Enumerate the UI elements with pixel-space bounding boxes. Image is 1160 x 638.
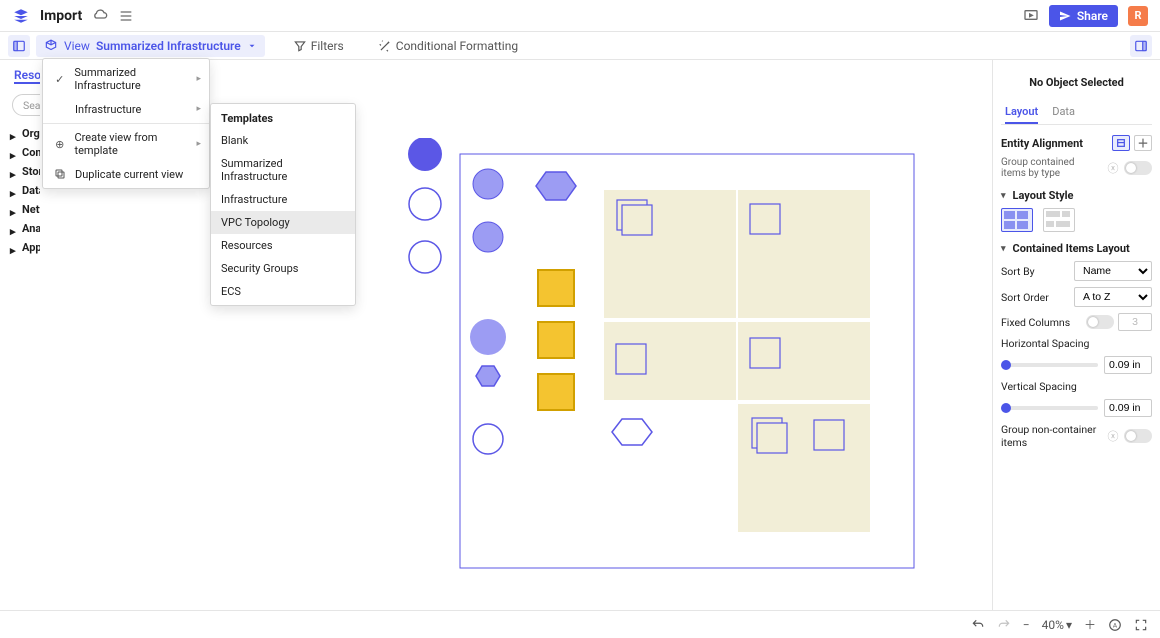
view-current-name: Summarized Infrastructure <box>96 39 241 53</box>
fixed-columns-input[interactable] <box>1118 313 1152 331</box>
redo-button[interactable] <box>997 618 1011 632</box>
templates-header: Templates <box>211 106 355 129</box>
entity-alignment-header: Entity Alignment ＋ <box>1001 135 1152 151</box>
group-contained-toggle[interactable] <box>1124 161 1152 175</box>
right-panel: No Object Selected Layout Data Entity Al… <box>992 60 1160 610</box>
check-icon: ✓ <box>53 72 66 86</box>
caret-right-icon: ▸ <box>10 149 18 157</box>
group-contained-label: Group contained items by type <box>1001 157 1100 179</box>
fullscreen-button[interactable] <box>1134 618 1148 632</box>
template-item[interactable]: Security Groups <box>211 257 355 280</box>
page-title: Import <box>40 8 82 24</box>
chevron-right-icon: ▸ <box>196 104 201 114</box>
right-panel-toggle[interactable] <box>1130 35 1152 57</box>
fixed-columns-toggle[interactable] <box>1086 315 1114 329</box>
view-menu-item[interactable]: Infrastructure ▸ <box>43 97 209 121</box>
zoom-level[interactable]: 40% ▾ <box>1042 618 1072 632</box>
align-card-icon[interactable] <box>1112 135 1130 151</box>
plus-circle-icon: ⊕ <box>53 137 67 151</box>
layout-style-freeform[interactable] <box>1043 208 1075 232</box>
conditional-formatting-button[interactable]: Conditional Formatting <box>372 35 524 57</box>
caret-right-icon: ▸ <box>10 187 18 195</box>
group-noncontainer-toggle[interactable] <box>1124 429 1152 443</box>
tab-data[interactable]: Data <box>1052 105 1075 124</box>
toolbar: View Summarized Infrastructure Filters C… <box>0 32 1160 60</box>
template-item-vpc-topology[interactable]: VPC Topology <box>211 211 355 234</box>
chevron-right-icon: ▸ <box>196 74 201 84</box>
contained-layout-header[interactable]: Contained Items Layout <box>1001 242 1152 255</box>
undo-button[interactable] <box>971 618 985 632</box>
caret-right-icon: ▸ <box>10 130 18 138</box>
wand-icon <box>378 39 392 53</box>
cloud-icon[interactable] <box>92 8 108 24</box>
template-item[interactable]: Resources <box>211 234 355 257</box>
caret-right-icon: ▸ <box>10 168 18 176</box>
templates-submenu: Templates Blank Summarized Infrastructur… <box>210 103 356 306</box>
view-selector-button[interactable]: View Summarized Infrastructure <box>36 35 265 57</box>
top-bar: Import Share R <box>0 0 1160 32</box>
caret-right-icon: ▸ <box>10 244 18 252</box>
v-spacing-slider[interactable] <box>1001 406 1098 410</box>
left-panel-toggle[interactable] <box>8 35 30 57</box>
sort-order-label: Sort Order <box>1001 291 1049 304</box>
caret-right-icon: ▸ <box>10 206 18 214</box>
sort-by-select[interactable]: Name <box>1074 261 1152 281</box>
filters-button[interactable]: Filters <box>287 35 350 57</box>
layout-style-header[interactable]: Layout Style <box>1001 189 1152 202</box>
v-spacing-label: Vertical Spacing <box>1001 380 1077 393</box>
h-spacing-label: Horizontal Spacing <box>1001 337 1089 350</box>
left-sidebar: Resources Search Resources ▸Organization… <box>0 60 40 610</box>
blank-icon <box>53 102 67 116</box>
diagram-content <box>400 138 960 598</box>
template-item[interactable]: Summarized Infrastructure <box>211 152 355 188</box>
view-menu-item[interactable]: ✓ Summarized Infrastructure ▸ <box>43 61 209 97</box>
h-spacing-input[interactable] <box>1104 356 1152 374</box>
h-spacing-slider[interactable] <box>1001 363 1098 367</box>
sort-by-label: Sort By <box>1001 265 1035 278</box>
menu-lines-icon[interactable] <box>118 8 134 24</box>
add-alignment-icon[interactable]: ＋ <box>1134 135 1152 151</box>
share-icon <box>1059 10 1071 22</box>
close-circle-icon[interactable]: ⓧ <box>1106 161 1120 175</box>
copy-icon <box>53 167 67 181</box>
chevron-down-icon <box>247 41 257 51</box>
view-label: View <box>64 39 90 53</box>
chevron-right-icon: ▸ <box>196 139 201 149</box>
bottom-bar: − 40% ▾ ＋ A <box>0 610 1160 638</box>
cube-icon <box>44 39 58 53</box>
layout-style-grid[interactable] <box>1001 208 1033 232</box>
present-icon[interactable] <box>1023 8 1039 24</box>
zoom-out-button[interactable]: − <box>1023 618 1030 632</box>
fixed-columns-label: Fixed Columns <box>1001 316 1070 329</box>
svg-text:A: A <box>1113 621 1118 629</box>
share-button[interactable]: Share <box>1049 5 1118 27</box>
template-item[interactable]: Infrastructure <box>211 188 355 211</box>
filters-label: Filters <box>311 39 344 53</box>
filter-icon <box>293 39 307 53</box>
tab-layout[interactable]: Layout <box>1005 105 1038 124</box>
template-item[interactable]: Blank <box>211 129 355 152</box>
view-menu-item-duplicate[interactable]: Duplicate current view <box>43 162 209 186</box>
app-logo-icon <box>12 7 30 25</box>
menu-separator <box>43 123 209 124</box>
selection-title: No Object Selected <box>1001 70 1152 105</box>
share-label: Share <box>1077 9 1108 23</box>
avatar[interactable]: R <box>1128 6 1148 26</box>
group-noncontainer-label: Group non-container items <box>1001 423 1100 449</box>
view-menu-dropdown: ✓ Summarized Infrastructure ▸ Infrastruc… <box>42 58 210 189</box>
view-menu-item-create-from-template[interactable]: ⊕ Create view from template ▸ <box>43 126 209 162</box>
accessibility-icon[interactable]: A <box>1108 618 1122 632</box>
zoom-in-button[interactable]: ＋ <box>1084 616 1096 633</box>
close-circle-icon[interactable]: ⓧ <box>1106 429 1120 443</box>
cond-fmt-label: Conditional Formatting <box>396 39 518 53</box>
template-item[interactable]: ECS <box>211 280 355 303</box>
sort-order-select[interactable]: A to Z <box>1074 287 1152 307</box>
v-spacing-input[interactable] <box>1104 399 1152 417</box>
caret-right-icon: ▸ <box>10 225 18 233</box>
